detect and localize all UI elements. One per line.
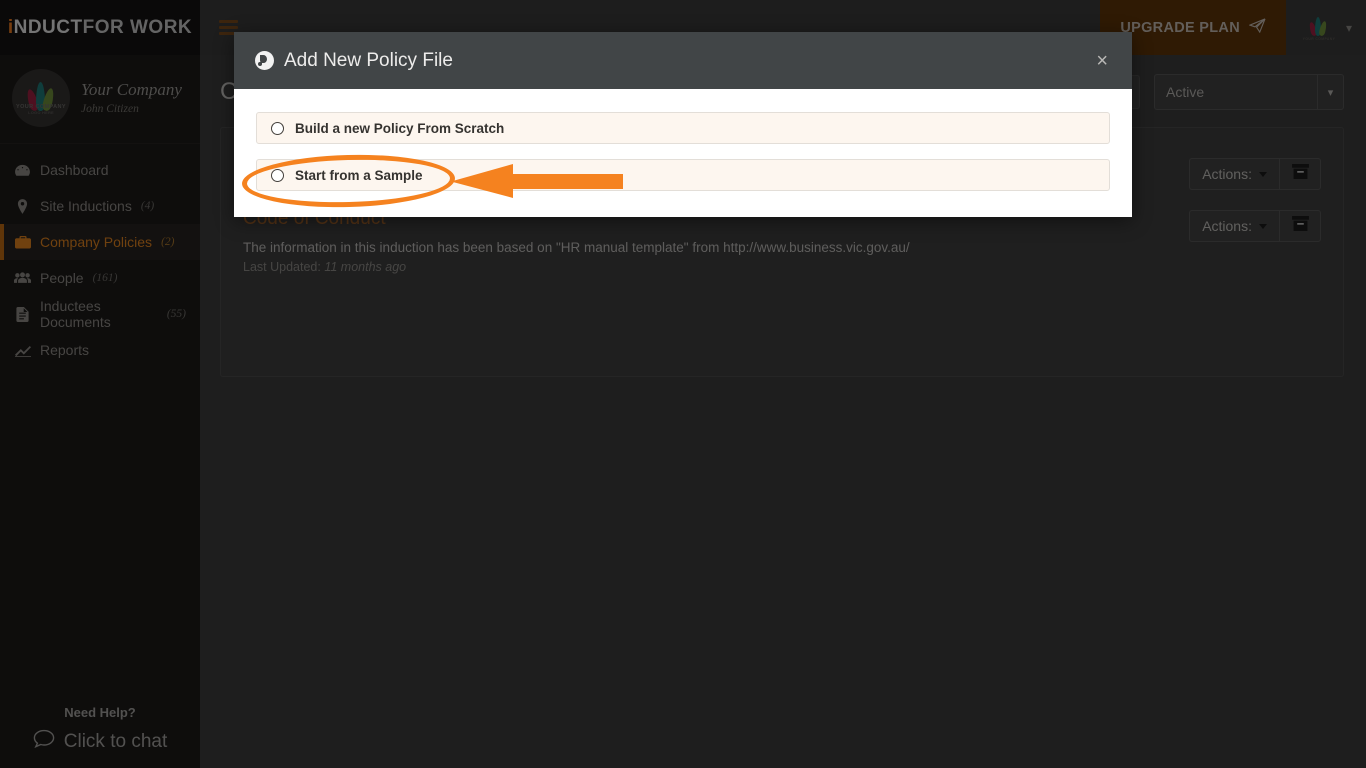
app-root: iNDUCTFOR WORK YOUR COMPANY LOGO HERE Yo…	[0, 0, 1366, 768]
close-icon[interactable]: ×	[1090, 47, 1114, 75]
radio-start-from-sample[interactable]	[271, 168, 284, 182]
option-label: Start from a Sample	[295, 167, 423, 183]
option-start-from-sample[interactable]: Start from a Sample	[256, 159, 1110, 191]
modal-header: Add New Policy File ×	[234, 32, 1132, 89]
option-build-from-scratch[interactable]: Build a new Policy From Scratch	[256, 112, 1110, 144]
add-policy-modal: Add New Policy File × Build a new Policy…	[234, 32, 1132, 217]
modal-title: Add New Policy File	[255, 50, 453, 72]
modal-body: Build a new Policy From Scratch Start fr…	[234, 89, 1132, 217]
modal-title-text: Add New Policy File	[284, 49, 453, 71]
radio-build-from-scratch[interactable]	[271, 121, 284, 135]
globe-icon	[255, 51, 274, 70]
option-label: Build a new Policy From Scratch	[295, 120, 505, 136]
